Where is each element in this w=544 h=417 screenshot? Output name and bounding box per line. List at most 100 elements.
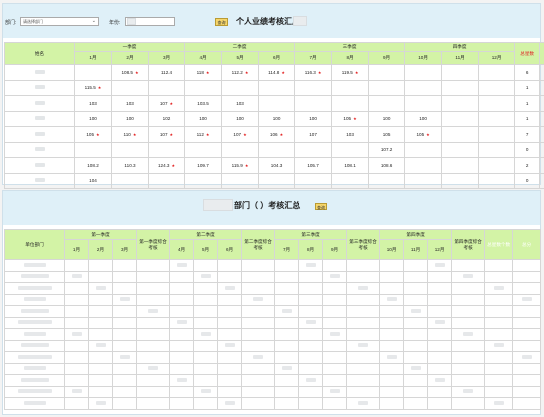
header-month: 6月	[258, 51, 296, 65]
redacted-cell	[512, 385, 542, 398]
redacted-cell	[241, 397, 276, 410]
redacted-cell	[136, 305, 171, 318]
table-row	[4, 328, 542, 341]
month-score-cell: 104.3	[258, 157, 296, 174]
redacted-cell	[274, 385, 300, 398]
total-score: 104	[539, 172, 544, 189]
redacted-cell	[322, 351, 348, 364]
redacted-block	[224, 343, 235, 348]
header-q3: 第三季度	[274, 229, 348, 240]
redacted-block	[463, 331, 474, 336]
redacted-block	[305, 377, 316, 382]
table-row	[4, 397, 542, 410]
month-score: 100	[89, 116, 97, 122]
month-score: 100	[382, 116, 391, 122]
redacted-cell	[298, 316, 324, 329]
unit-name-redacted	[4, 316, 65, 329]
redacted-cell	[111, 385, 138, 398]
redacted-cell	[484, 374, 514, 387]
month-score: 110	[123, 131, 131, 137]
month-score: 115.5	[84, 85, 96, 91]
query-button-2[interactable]: 查询	[315, 203, 327, 210]
unit-name-redacted	[4, 328, 65, 341]
month-score-cell	[258, 79, 296, 96]
redacted-cell	[403, 316, 429, 329]
star-icon: ★	[244, 69, 249, 75]
redacted-block	[200, 331, 211, 336]
redacted-cell	[64, 282, 89, 295]
redacted-cell	[322, 316, 348, 329]
redacted-cell	[136, 328, 171, 341]
redacted-block	[71, 331, 82, 336]
redacted-cell	[169, 259, 195, 272]
unit-name-redacted	[4, 362, 65, 375]
redacted-block	[20, 308, 49, 313]
redacted-cell	[241, 282, 276, 295]
redacted-block	[17, 354, 52, 359]
redacted-cell	[322, 397, 348, 410]
table-row: 108.5 ★ 112.4 118 ★ 112.2 ★ 114.8 ★ 116.3 ★ 119.5 ★ 6…	[4, 64, 544, 81]
header-q3-combined: 第三季度综合考核	[346, 229, 381, 260]
redacted-cell	[111, 305, 138, 318]
month-score-cell: 115.5 ★	[74, 79, 112, 96]
header-total-score: 总分	[539, 42, 544, 65]
department-summary-panel: 部门（ ）考核汇总 查询 单位部门 第一季度 第一季度综合考核 第二季度 第二季…	[2, 190, 542, 415]
redacted-cell	[111, 351, 138, 364]
redacted-cell	[451, 282, 486, 295]
query-button[interactable]: 查询	[215, 18, 228, 26]
redacted-cell	[451, 385, 486, 398]
redacted-cell	[322, 328, 348, 341]
redacted-block	[95, 343, 106, 348]
month-score-cell	[441, 95, 480, 112]
redacted-cell	[241, 305, 276, 318]
star-icon: ★	[244, 162, 249, 168]
month-score: 100	[419, 116, 427, 122]
redacted-cell	[484, 293, 514, 306]
redacted-cell	[241, 374, 276, 387]
redacted-block	[23, 297, 46, 302]
redacted-block	[34, 85, 45, 90]
redacted-cell	[298, 385, 324, 398]
redacted-cell	[193, 339, 219, 352]
month-score: 118	[196, 69, 204, 75]
month-score-cell	[404, 79, 443, 96]
redacted-cell	[241, 316, 276, 329]
month-score-cell: 104	[74, 172, 112, 189]
star-icon: ★	[426, 131, 430, 137]
redacted-cell	[346, 339, 381, 352]
redacted-block	[293, 16, 307, 26]
dept-select[interactable]: 请选择部门 ⌄	[20, 17, 99, 26]
redacted-block	[23, 400, 46, 405]
redacted-cell	[451, 374, 486, 387]
redacted-cell	[298, 282, 324, 295]
redacted-cell	[427, 328, 453, 341]
redacted-cell	[403, 385, 429, 398]
redacted-cell	[88, 351, 113, 364]
redacted-cell	[346, 259, 381, 272]
redacted-cell	[427, 385, 453, 398]
redacted-block	[127, 18, 136, 25]
redacted-cell	[403, 374, 429, 387]
month-score-cell	[294, 95, 333, 112]
header-month: 8月	[331, 51, 370, 65]
redacted-cell	[136, 259, 171, 272]
redacted-cell	[217, 385, 243, 398]
month-score-cell: 100	[294, 110, 333, 127]
header-month: 5月	[193, 239, 219, 260]
month-score-cell	[147, 79, 186, 96]
redacted-block	[329, 331, 340, 336]
redacted-cell	[217, 339, 243, 352]
redacted-cell	[451, 328, 486, 341]
redacted-cell	[88, 362, 113, 375]
header-month: 11月	[441, 51, 480, 65]
year-label: 年份:	[109, 20, 121, 26]
redacted-cell	[346, 397, 381, 410]
month-score-cell: 105 ★	[74, 126, 112, 143]
redacted-cell	[111, 293, 138, 306]
redacted-cell	[274, 293, 300, 306]
star-icon: ★	[354, 69, 359, 75]
redacted-cell	[193, 362, 219, 375]
redacted-cell	[169, 339, 195, 352]
header-q2: 二季度	[184, 42, 296, 52]
star-count: 0	[514, 172, 541, 189]
